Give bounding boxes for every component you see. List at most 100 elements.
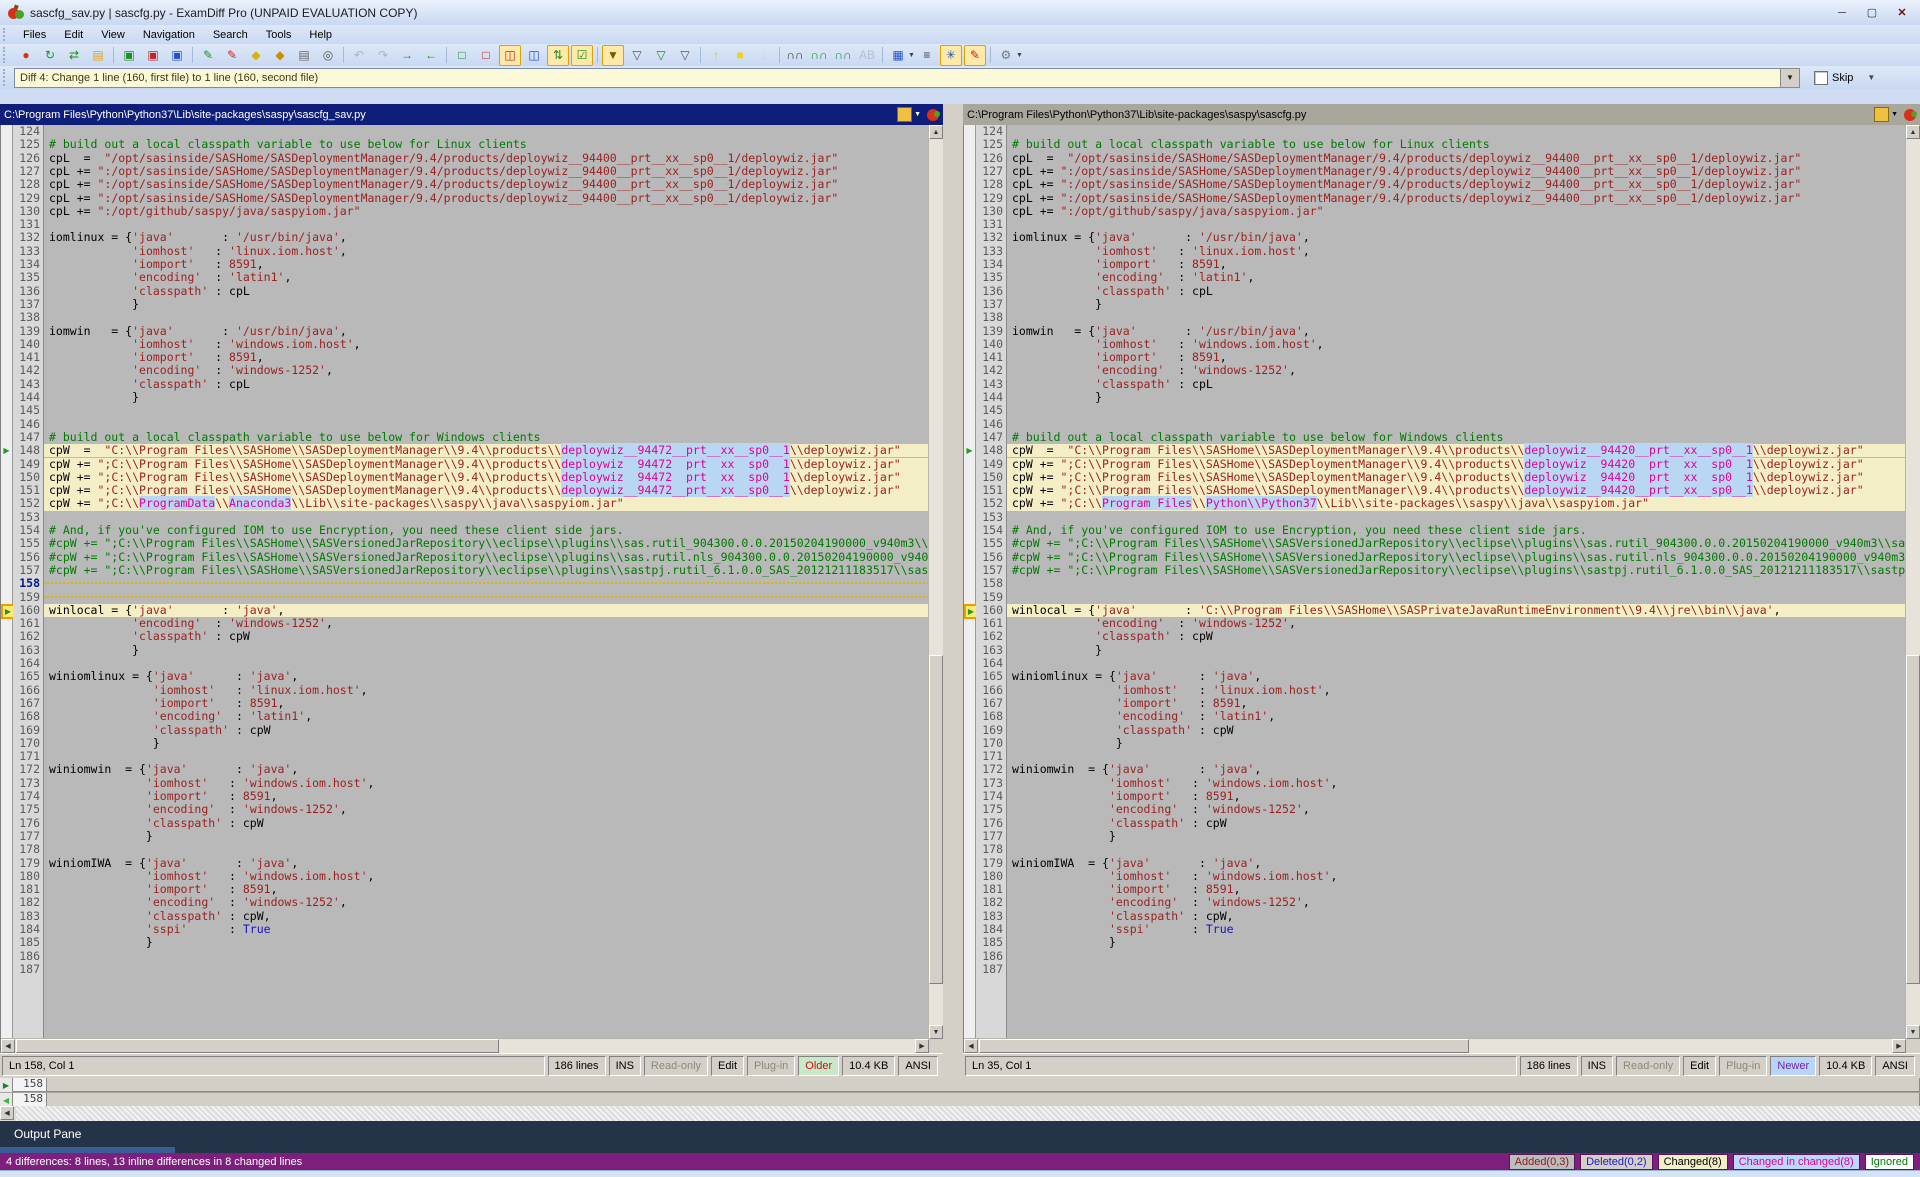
- menu-files[interactable]: Files: [14, 27, 55, 43]
- scroll-right-icon[interactable]: ▶: [1892, 1039, 1906, 1053]
- inspector-line-content[interactable]: [47, 1093, 1920, 1107]
- code-line[interactable]: 'encoding' : 'windows-1252',: [44, 617, 929, 630]
- second-file-header[interactable]: C:\Program Files\Python\Python37\Lib\sit…: [963, 104, 1920, 125]
- code-line[interactable]: # build out a local classpath variable t…: [1007, 431, 1906, 444]
- diff-marker-icon[interactable]: ▶: [964, 444, 975, 457]
- code-line[interactable]: [44, 657, 929, 670]
- menu-grip[interactable]: [3, 28, 10, 41]
- code-line[interactable]: 'iomport' : 8591,: [44, 351, 929, 364]
- code-line[interactable]: cpW += ";C:\\Program Files\\SASHome\\SAS…: [44, 484, 929, 497]
- previous-difference-icon[interactable]: ←: [420, 45, 442, 66]
- code-line[interactable]: winlocal = {'java' : 'C:\\Program Files\…: [1007, 604, 1906, 617]
- code-line[interactable]: [1007, 750, 1906, 763]
- code-line[interactable]: [44, 311, 929, 324]
- first-difference-icon[interactable]: ↑: [705, 45, 727, 66]
- code-line[interactable]: 'encoding' : 'latin1',: [1007, 710, 1906, 723]
- code-line[interactable]: 'encoding' : 'windows-1252',: [1007, 896, 1906, 909]
- menu-tools[interactable]: Tools: [257, 27, 301, 43]
- recompare-swap-icon[interactable]: ⇄: [63, 45, 85, 66]
- vscroll-thumb[interactable]: [929, 655, 943, 984]
- code-line[interactable]: 'classpath' : cpL: [44, 378, 929, 391]
- code-line[interactable]: #cpW += ";C:\\Program Files\\SASHome\\SA…: [1007, 551, 1906, 564]
- minimize-button[interactable]: ─: [1828, 4, 1856, 22]
- scroll-down-icon[interactable]: ▼: [1906, 1025, 1920, 1039]
- code-line[interactable]: cpW += ";C:\\Program Files\\SASHome\\SAS…: [1007, 458, 1906, 471]
- diff-combo-dropdown-icon[interactable]: ▼: [1780, 68, 1800, 88]
- code-line[interactable]: iomlinux = {'java' : '/usr/bin/java',: [44, 231, 929, 244]
- code-line[interactable]: winiomIWA = {'java' : 'java',: [44, 857, 929, 870]
- code-line[interactable]: 'encoding' : 'latin1',: [1007, 271, 1906, 284]
- close-button[interactable]: ✕: [1888, 4, 1916, 22]
- code-line[interactable]: 'iomport' : 8591,: [1007, 697, 1906, 710]
- plugins-icon[interactable]: ✳: [940, 45, 962, 66]
- first-horizontal-scrollbar[interactable]: ◀ ▶: [1, 1038, 929, 1053]
- edit-second-file-icon[interactable]: ✎: [221, 45, 243, 66]
- code-line[interactable]: }: [44, 391, 929, 404]
- save-second-icon[interactable]: ▣: [142, 45, 164, 66]
- hscroll-thumb[interactable]: [979, 1039, 1469, 1053]
- code-line[interactable]: [1007, 218, 1906, 231]
- code-line[interactable]: 'iomport' : 8591,: [44, 790, 929, 803]
- code-line[interactable]: #cpW += ";C:\\Program Files\\SASHome\\SA…: [44, 551, 929, 564]
- code-line[interactable]: # build out a local classpath variable t…: [44, 431, 929, 444]
- auto-recompare-icon[interactable]: ☑: [571, 45, 593, 66]
- menu-edit[interactable]: Edit: [55, 27, 92, 43]
- undo-icon[interactable]: ↶: [348, 45, 370, 66]
- code-line[interactable]: 'classpath' : cpL: [1007, 378, 1906, 391]
- code-line[interactable]: winiomwin = {'java' : 'java',: [44, 763, 929, 776]
- current-difference-icon[interactable]: ■: [729, 45, 751, 66]
- goto-line-first-icon[interactable]: ◆: [245, 45, 267, 66]
- code-line[interactable]: [1007, 418, 1906, 431]
- code-line[interactable]: }: [1007, 391, 1906, 404]
- code-line[interactable]: 'iomhost' : 'windows.iom.host',: [44, 870, 929, 883]
- code-line[interactable]: [44, 418, 929, 431]
- edit-plugins-icon[interactable]: ✎: [964, 45, 986, 66]
- code-line[interactable]: cpL = "/opt/sasinside/SASHome/SASDeploym…: [1007, 152, 1906, 165]
- code-line[interactable]: cpL += ":/opt/sasinside/SASHome/SASDeplo…: [44, 192, 929, 205]
- code-line[interactable]: 'encoding' : 'windows-1252',: [44, 896, 929, 909]
- compare-fruit-icon[interactable]: [927, 109, 939, 121]
- print-icon[interactable]: ▤: [293, 45, 315, 66]
- second-file-editor[interactable]: ▶▶ 1241251261271281291301311321331341351…: [963, 125, 1920, 1053]
- code-line[interactable]: cpL += ":/opt/sasinside/SASHome/SASDeplo…: [44, 165, 929, 178]
- redo-icon[interactable]: ↷: [372, 45, 394, 66]
- compare-icon[interactable]: ●: [15, 45, 37, 66]
- code-line[interactable]: 'iomport' : 8591,: [44, 883, 929, 896]
- code-line[interactable]: #cpW += ";C:\\Program Files\\SASHome\\SA…: [1007, 537, 1906, 550]
- code-line[interactable]: 'encoding' : 'windows-1252',: [1007, 364, 1906, 377]
- scroll-right-icon[interactable]: ▶: [915, 1039, 929, 1053]
- toolbar-overflow-chevron-icon[interactable]: ▼: [1867, 73, 1875, 82]
- scroll-down-icon[interactable]: ▼: [929, 1025, 943, 1039]
- code-line[interactable]: 'classpath' : cpW: [44, 630, 929, 643]
- first-code-area[interactable]: # build out a local classpath variable t…: [44, 125, 929, 1039]
- code-line[interactable]: [1007, 843, 1906, 856]
- code-line[interactable]: cpL += ":/opt/github/saspy/java/saspyiom…: [44, 205, 929, 218]
- code-line[interactable]: 'sspi' : True: [44, 923, 929, 936]
- code-line[interactable]: 'iomhost' : 'windows.iom.host',: [1007, 338, 1906, 351]
- code-line[interactable]: 'iomhost' : 'windows.iom.host',: [1007, 870, 1906, 883]
- code-line[interactable]: }: [44, 298, 929, 311]
- code-line[interactable]: [1007, 311, 1906, 324]
- code-line[interactable]: cpW = "C:\\Program Files\\SASHome\\SASDe…: [1007, 444, 1906, 457]
- synchronized-scrolling-icon[interactable]: ⇅: [547, 45, 569, 66]
- hscroll-thumb[interactable]: [16, 1039, 499, 1053]
- vscroll-thumb[interactable]: [1906, 655, 1920, 984]
- diffbar-grip[interactable]: [3, 69, 10, 86]
- code-line[interactable]: 'iomport' : 8591,: [1007, 351, 1906, 364]
- edit-first-file-icon[interactable]: ✎: [197, 45, 219, 66]
- code-line[interactable]: [44, 963, 929, 976]
- code-line[interactable]: [1007, 963, 1906, 976]
- filter-deleted-icon[interactable]: ▽: [650, 45, 672, 66]
- code-line[interactable]: 'iomhost' : 'linux.iom.host',: [44, 245, 929, 258]
- code-line[interactable]: }: [1007, 737, 1906, 750]
- skip-checkbox[interactable]: [1814, 71, 1828, 85]
- code-line[interactable]: [1007, 404, 1906, 417]
- filter-changed-icon[interactable]: ▽: [674, 45, 696, 66]
- options-icon[interactable]: ⚙: [995, 45, 1017, 66]
- code-line[interactable]: 'iomhost' : 'windows.iom.host',: [1007, 777, 1906, 790]
- code-line[interactable]: winiomlinux = {'java' : 'java',: [1007, 670, 1906, 683]
- inspector-scrollbar[interactable]: ◀: [0, 1106, 1920, 1122]
- show-line-numbers-icon[interactable]: ≡: [916, 45, 938, 66]
- save-first-icon[interactable]: ▣: [118, 45, 140, 66]
- code-line[interactable]: # And, if you've configured IOM to use E…: [44, 524, 929, 537]
